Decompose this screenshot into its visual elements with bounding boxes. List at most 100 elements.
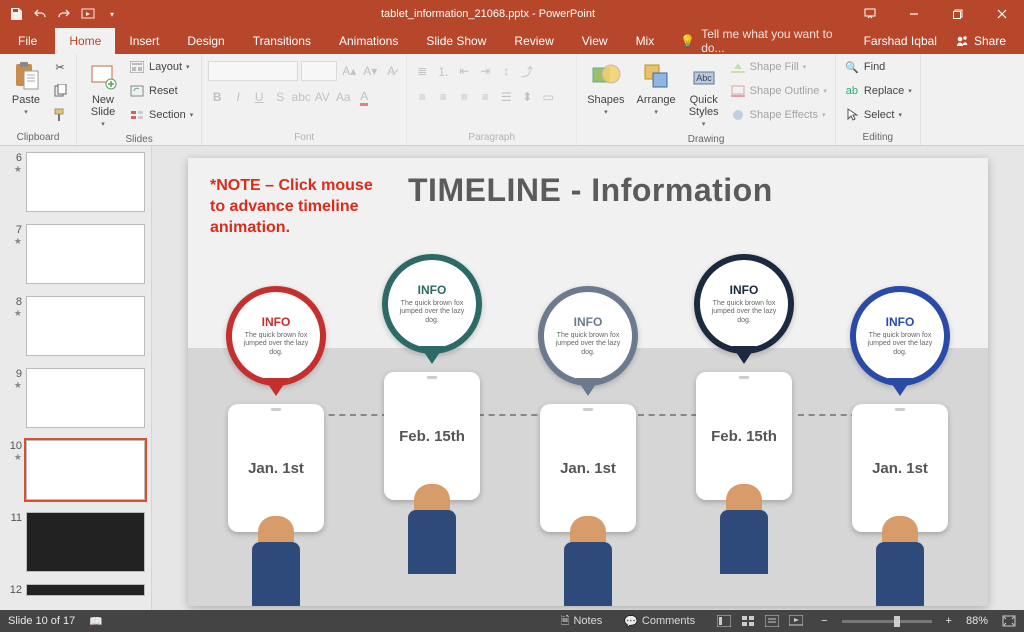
arrange-button[interactable]: Arrange▾ (633, 56, 680, 120)
tablet: Feb. 15th (384, 372, 480, 500)
normal-view-icon[interactable] (713, 612, 735, 630)
paste-button[interactable]: Paste ▾ (6, 56, 46, 120)
smartart-icon[interactable]: ▭ (539, 88, 557, 106)
align-text-icon[interactable]: ⬍ (518, 88, 536, 106)
tablet: Feb. 15th (696, 372, 792, 500)
format-painter-button[interactable] (50, 104, 70, 126)
shape-effects-icon (730, 107, 746, 123)
copy-button[interactable] (50, 80, 70, 102)
spellcheck-icon[interactable]: 📖 (89, 615, 103, 628)
info-pin: INFOThe quick brown fox jumped over the … (226, 286, 326, 386)
sorter-view-icon[interactable] (737, 612, 759, 630)
thumb-7[interactable]: 7★ (0, 222, 151, 294)
shadow-icon[interactable]: abc (292, 88, 310, 106)
shape-outline-button[interactable]: Shape Outline ▾ (728, 80, 829, 102)
align-center-icon[interactable]: ≡ (434, 88, 452, 106)
thumb-6[interactable]: 6★ (0, 150, 151, 222)
zoom-out-icon[interactable]: − (821, 615, 827, 627)
tab-home[interactable]: Home (55, 28, 115, 54)
qat-customize-icon[interactable]: ▾ (104, 6, 120, 22)
tab-insert[interactable]: Insert (115, 28, 173, 54)
slide-counter[interactable]: Slide 10 of 17 (8, 615, 75, 627)
font-color-icon[interactable]: A (355, 88, 373, 106)
align-right-icon[interactable]: ≡ (455, 88, 473, 106)
decrease-font-icon[interactable]: A▾ (361, 62, 379, 80)
shapes-button[interactable]: Shapes▾ (583, 56, 628, 120)
share-label: Share (974, 34, 1006, 48)
quick-styles-label: Quick Styles (689, 94, 719, 118)
line-spacing-icon[interactable]: ↕ (497, 62, 515, 80)
clear-formatting-icon[interactable]: A̷ (382, 62, 400, 80)
cut-button[interactable]: ✂ (50, 56, 70, 78)
group-label-clipboard: Clipboard (6, 130, 70, 145)
italic-icon[interactable]: I (229, 88, 247, 106)
slideshow-view-icon[interactable] (785, 612, 807, 630)
zoom-level[interactable]: 88% (966, 615, 988, 627)
tab-slideshow[interactable]: Slide Show (412, 28, 500, 54)
fit-to-window-icon[interactable] (1002, 615, 1016, 627)
reset-button[interactable]: Reset (127, 80, 195, 102)
minimize-icon[interactable] (892, 0, 936, 28)
shape-effects-button[interactable]: Shape Effects ▾ (728, 104, 829, 126)
notes-button[interactable]: 🗎Notes (557, 612, 607, 631)
share-button[interactable]: Share (947, 28, 1014, 54)
slide-canvas-area[interactable]: *NOTE – Click mouse to advance timeline … (152, 146, 1024, 610)
redo-icon[interactable] (56, 6, 72, 22)
char-spacing-icon[interactable]: AV (313, 88, 331, 106)
reading-view-icon[interactable] (761, 612, 783, 630)
increase-font-icon[interactable]: A▴ (340, 62, 358, 80)
tab-design[interactable]: Design (173, 28, 238, 54)
increase-indent-icon[interactable]: ⇥ (476, 62, 494, 80)
shapes-label: Shapes (587, 94, 624, 106)
tab-mix[interactable]: Mix (622, 28, 669, 54)
new-slide-button[interactable]: New Slide ▾ (83, 56, 123, 132)
tab-review[interactable]: Review (500, 28, 567, 54)
section-button[interactable]: Section ▾ (127, 104, 195, 126)
thumb-11[interactable]: 11 (0, 510, 151, 582)
justify-icon[interactable]: ≡ (476, 88, 494, 106)
change-case-icon[interactable]: Aa (334, 88, 352, 106)
close-icon[interactable] (980, 0, 1024, 28)
text-direction-icon[interactable]: ⤴ (518, 62, 536, 80)
ribbon-options-icon[interactable] (848, 0, 892, 28)
status-bar: Slide 10 of 17 📖 🗎Notes 💬Comments − + 88… (0, 610, 1024, 632)
comments-button[interactable]: 💬Comments (620, 615, 699, 628)
slide-thumbnail-panel[interactable]: 6★ 7★ 8★ 9★ 10★ 11 12 (0, 146, 152, 610)
align-left-icon[interactable]: ≡ (413, 88, 431, 106)
find-button[interactable]: 🔍Find (842, 56, 914, 78)
group-clipboard: Paste ▾ ✂ Clipboard (0, 54, 77, 145)
decrease-indent-icon[interactable]: ⇤ (455, 62, 473, 80)
start-from-beginning-icon[interactable] (80, 6, 96, 22)
tab-file[interactable]: File (0, 28, 55, 54)
bold-icon[interactable]: B (208, 88, 226, 106)
layout-button[interactable]: Layout ▾ (127, 56, 195, 78)
save-icon[interactable] (8, 6, 24, 22)
tab-transitions[interactable]: Transitions (239, 28, 325, 54)
chevron-down-icon: ▾ (654, 108, 658, 116)
thumb-9[interactable]: 9★ (0, 366, 151, 438)
select-button[interactable]: Select ▾ (842, 104, 914, 126)
zoom-slider[interactable] (842, 620, 932, 623)
tab-animations[interactable]: Animations (325, 28, 412, 54)
restore-icon[interactable] (936, 0, 980, 28)
underline-icon[interactable]: U (250, 88, 268, 106)
bullets-icon[interactable]: ≣ (413, 62, 431, 80)
font-size-combo[interactable] (301, 61, 337, 81)
strikethrough-icon[interactable]: S (271, 88, 289, 106)
tab-view[interactable]: View (568, 28, 622, 54)
font-family-combo[interactable] (208, 61, 298, 81)
user-name[interactable]: Farshad Iqbal (864, 34, 937, 48)
tell-me-search[interactable]: 💡 Tell me what you want to do... (668, 28, 853, 54)
zoom-in-icon[interactable]: + (946, 615, 952, 627)
quick-styles-button[interactable]: Abc Quick Styles▾ (684, 56, 724, 132)
thumb-10[interactable]: 10★ (0, 438, 151, 510)
arm (558, 526, 618, 606)
undo-icon[interactable] (32, 6, 48, 22)
replace-button[interactable]: abReplace ▾ (842, 80, 914, 102)
slide[interactable]: *NOTE – Click mouse to advance timeline … (188, 158, 988, 606)
thumb-12[interactable]: 12 (0, 582, 151, 606)
shape-fill-button[interactable]: Shape Fill ▾ (728, 56, 829, 78)
columns-icon[interactable]: ☰ (497, 88, 515, 106)
thumb-8[interactable]: 8★ (0, 294, 151, 366)
numbering-icon[interactable]: ⒈ (434, 62, 452, 80)
